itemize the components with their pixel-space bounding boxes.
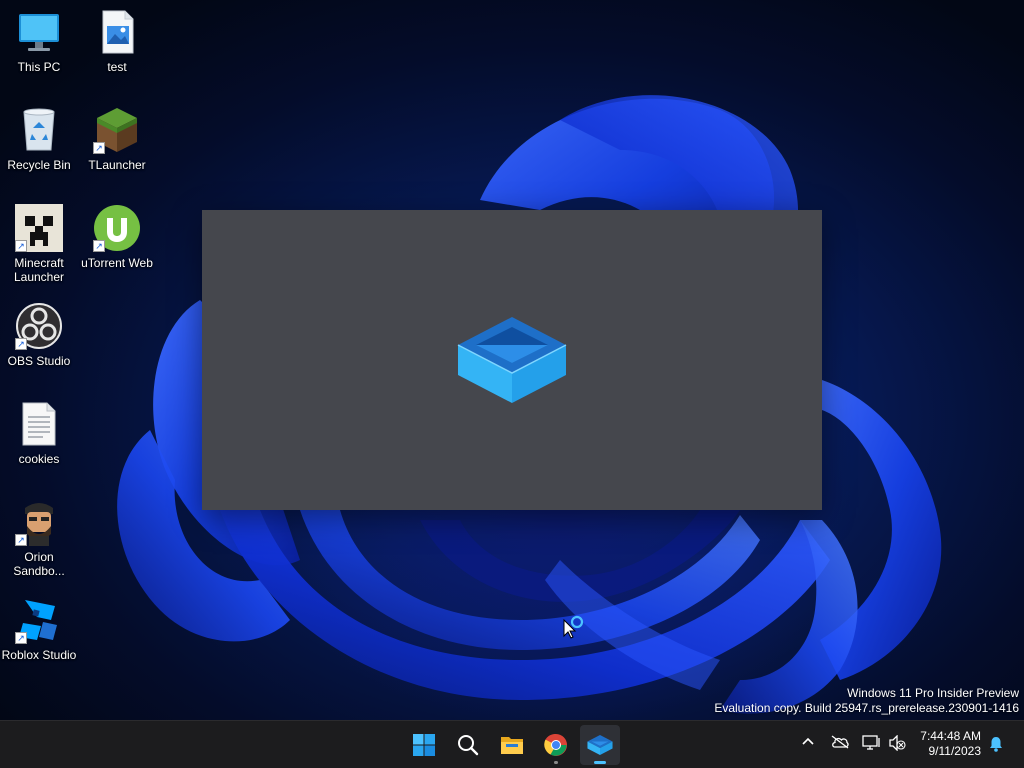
start-button[interactable] — [404, 725, 444, 765]
shortcut-arrow-icon: ↗ — [93, 142, 105, 154]
desktop-icon-label: This PC — [17, 60, 61, 74]
search-button[interactable] — [448, 725, 488, 765]
mouse-cursor-busy-icon — [563, 615, 584, 639]
file-explorer-button[interactable] — [492, 725, 532, 765]
bell-icon[interactable] — [988, 736, 1004, 752]
grass-block-icon: ↗ — [93, 106, 141, 154]
desktop[interactable]: This PC test Recycle Bin ↗ TLauncher ↗ M… — [0, 0, 1024, 768]
roblox-studio-icon: ↗ — [15, 596, 63, 644]
windows-logo-icon — [413, 734, 435, 756]
shortcut-arrow-icon: ↗ — [15, 534, 27, 546]
desktop-icon-label: TLauncher — [88, 158, 146, 172]
evaluation-watermark: Windows 11 Pro Insider Preview Evaluatio… — [714, 686, 1019, 716]
desktop-icon-recycle-bin[interactable]: Recycle Bin — [0, 106, 78, 172]
desktop-icon-minecraft-launcher[interactable]: ↗ Minecraft Launcher — [0, 204, 78, 284]
running-indicator — [554, 761, 558, 764]
computer-icon — [15, 8, 63, 56]
orion-avatar-icon: ↗ — [15, 498, 63, 546]
desktop-icon-roblox-studio[interactable]: ↗ Roblox Studio — [0, 596, 78, 662]
shortcut-arrow-icon: ↗ — [93, 240, 105, 252]
image-file-icon — [93, 8, 141, 56]
volume-muted-icon[interactable] — [888, 735, 906, 751]
chevron-up-icon[interactable] — [801, 735, 815, 749]
taskbar[interactable]: 7:44:48 AM 9/11/2023 — [0, 720, 1024, 768]
chrome-icon — [544, 733, 567, 756]
desktop-icon-test[interactable]: test — [78, 8, 156, 74]
clock[interactable]: 7:44:48 AM 9/11/2023 — [911, 729, 981, 759]
desktop-icon-orion-sandbox[interactable]: ↗ Orion Sandbo... — [0, 498, 78, 578]
clock-date: 9/11/2023 — [928, 744, 982, 758]
chrome-button[interactable] — [536, 725, 576, 765]
desktop-icon-label: uTorrent Web — [81, 256, 153, 270]
network-icon[interactable] — [862, 735, 880, 750]
desktop-icon-label: Roblox Studio — [1, 648, 77, 662]
sandbox-box-icon — [587, 735, 613, 755]
sandbox-splash-window[interactable] — [202, 210, 822, 510]
desktop-icon-label: Minecraft Launcher — [13, 256, 65, 284]
watermark-build: Evaluation copy. Build 25947.rs_prerelea… — [714, 701, 1019, 715]
desktop-icon-label: cookies — [18, 452, 60, 466]
folder-icon — [501, 737, 523, 754]
desktop-icon-label: OBS Studio — [7, 354, 71, 368]
cloud-off-icon[interactable] — [830, 735, 850, 749]
creeper-icon: ↗ — [15, 204, 63, 252]
desktop-icon-utorrent-web[interactable]: ↗ uTorrent Web — [78, 204, 156, 270]
windows-sandbox-button[interactable] — [580, 725, 620, 765]
utorrent-icon: ↗ — [93, 204, 141, 252]
recycle-bin-icon — [15, 106, 63, 154]
shortcut-arrow-icon: ↗ — [15, 632, 27, 644]
desktop-icon-tlauncher[interactable]: ↗ TLauncher — [78, 106, 156, 172]
desktop-icon-label: test — [107, 60, 127, 74]
shortcut-arrow-icon: ↗ — [15, 240, 27, 252]
active-indicator — [594, 761, 606, 764]
text-file-icon — [15, 400, 63, 448]
desktop-icon-label: Orion Sandbo... — [13, 550, 65, 578]
search-icon — [458, 735, 479, 756]
shortcut-arrow-icon: ↗ — [15, 338, 27, 350]
sandbox-box-icon — [457, 317, 567, 403]
desktop-icon-obs-studio[interactable]: ↗ OBS Studio — [0, 302, 78, 368]
clock-time: 7:44:48 AM — [920, 729, 981, 743]
desktop-icon-cookies[interactable]: cookies — [0, 400, 78, 466]
watermark-edition: Windows 11 Pro Insider Preview — [847, 686, 1019, 700]
desktop-icon-this-pc[interactable]: This PC — [0, 8, 78, 74]
obs-icon: ↗ — [15, 302, 63, 350]
desktop-icon-label: Recycle Bin — [7, 158, 71, 172]
